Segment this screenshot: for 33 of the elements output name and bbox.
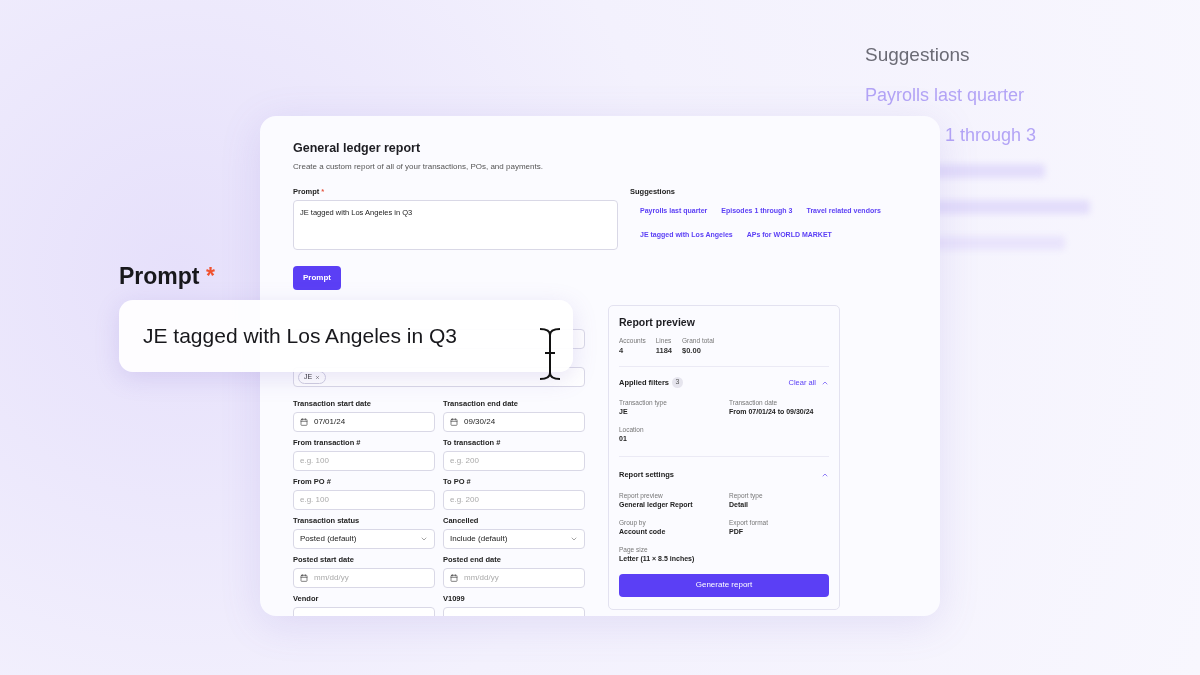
field-value: 07/01/24 bbox=[314, 416, 346, 428]
select-field[interactable]: Posted (default) bbox=[293, 529, 435, 549]
prompt-heading: Prompt * bbox=[119, 262, 215, 290]
calendar-icon bbox=[300, 418, 308, 426]
prompt-button[interactable]: Prompt bbox=[293, 266, 341, 290]
field-placeholder: e.g. 200 bbox=[450, 455, 479, 467]
calendar-icon bbox=[450, 418, 458, 426]
field-value: Posted (default) bbox=[300, 533, 357, 545]
field-placeholder: mm/dd/yy bbox=[314, 572, 349, 584]
suggestions-heading: Suggestions bbox=[865, 44, 971, 66]
field-placeholder: e.g. 100 bbox=[300, 455, 329, 467]
calendar-icon bbox=[450, 574, 458, 582]
chevron-down-icon bbox=[420, 535, 428, 543]
field-value: Include (default) bbox=[450, 533, 508, 545]
text-cursor-icon bbox=[538, 327, 562, 381]
date-field[interactable]: 07/01/24 bbox=[293, 412, 435, 432]
calendar-icon bbox=[300, 574, 308, 582]
suggestion-text: 1 through 3 bbox=[945, 124, 1037, 146]
generate-report-button[interactable]: Generate report bbox=[619, 573, 829, 597]
date-field[interactable]: 09/30/24 bbox=[443, 412, 585, 432]
suggestion-text: Payrolls last quarter bbox=[865, 84, 1025, 106]
field-placeholder: e.g. 100 bbox=[300, 494, 329, 506]
field-value: 09/30/24 bbox=[464, 416, 496, 428]
field-placeholder: e.g. 200 bbox=[450, 494, 479, 506]
preview-title: Report preview bbox=[619, 315, 696, 329]
select-field[interactable]: Include (default) bbox=[443, 529, 585, 549]
prompt-input-magnified[interactable]: JE tagged with Los Angeles in Q3 bbox=[119, 300, 573, 372]
close-icon[interactable] bbox=[315, 374, 321, 380]
chevron-down-icon bbox=[570, 535, 578, 543]
field-placeholder: mm/dd/yy bbox=[464, 572, 499, 584]
report-title: General ledger report bbox=[293, 140, 422, 156]
report-subtitle: Create a custom report of all of your transactions, POs, and payments. bbox=[293, 162, 544, 172]
prompt-value: JE tagged with Los Angeles in Q3 bbox=[143, 323, 458, 350]
